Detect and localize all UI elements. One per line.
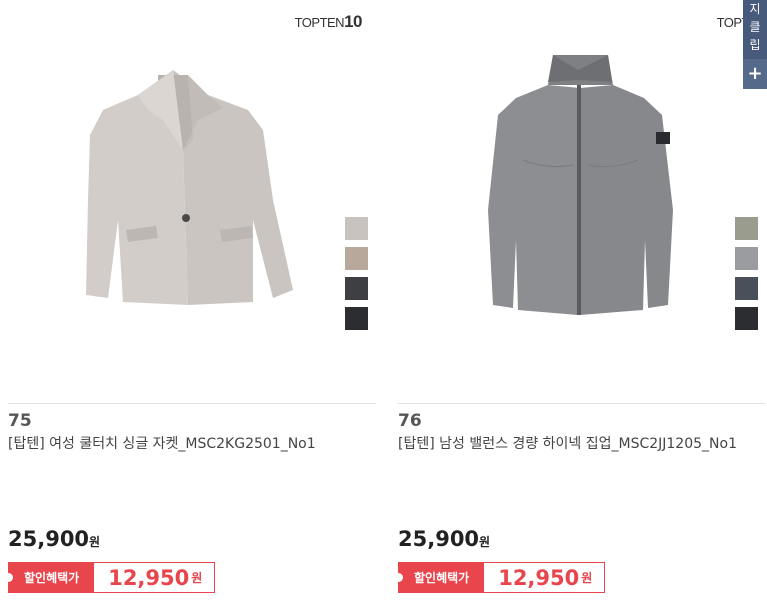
color-swatch[interactable] xyxy=(345,307,368,330)
sale-price: 12,950 원 xyxy=(483,562,606,593)
color-swatch[interactable] xyxy=(735,247,758,270)
color-swatches xyxy=(345,217,368,337)
plus-icon[interactable]: + xyxy=(743,59,767,89)
product-name[interactable]: [탑텐] 여성 쿨터치 싱글 자켓_MSC2KG2501_No1 xyxy=(8,434,363,455)
color-swatches xyxy=(735,217,758,337)
discount-label: 할인혜택가 xyxy=(3,562,94,593)
divider xyxy=(8,403,376,404)
color-swatch[interactable] xyxy=(735,307,758,330)
color-swatch[interactable] xyxy=(735,277,758,300)
original-price: 25,900원 xyxy=(8,527,101,551)
color-swatch[interactable] xyxy=(345,217,368,240)
side-floating-panel[interactable]: 지 클 립 + xyxy=(743,0,767,89)
rank-number: 75 xyxy=(8,411,32,431)
color-swatch[interactable] xyxy=(345,247,368,270)
product-image[interactable] xyxy=(8,40,368,370)
product-card[interactable]: TOPTEN10 75 [탑텐] 여성 쿨터치 싱글 자켓_MSC2KG2501… xyxy=(3,0,376,613)
product-name[interactable]: [탑텐] 남성 밸런스 경량 하이넥 집업_MSC2JJ1205_No1 xyxy=(398,434,753,455)
discount-price-box: 할인혜택가 12,950 원 xyxy=(3,562,216,593)
discount-price-box: 할인혜택가 12,950 원 xyxy=(393,562,606,593)
divider xyxy=(398,403,766,404)
color-swatch[interactable] xyxy=(345,277,368,300)
side-panel-text[interactable]: 지 클 립 xyxy=(743,0,767,58)
brand-logo: TOPTEN10 xyxy=(294,12,363,31)
product-image[interactable] xyxy=(398,40,758,370)
original-price: 25,900원 xyxy=(398,527,491,551)
discount-label: 할인혜택가 xyxy=(393,562,484,593)
rank-number: 76 xyxy=(398,411,422,431)
color-swatch[interactable] xyxy=(735,217,758,240)
sale-price: 12,950 원 xyxy=(93,562,216,593)
product-card[interactable]: TOPTEN10 76 [탑텐] 남성 밸런스 경량 하이넥 집업_MSC2JJ… xyxy=(393,0,767,613)
